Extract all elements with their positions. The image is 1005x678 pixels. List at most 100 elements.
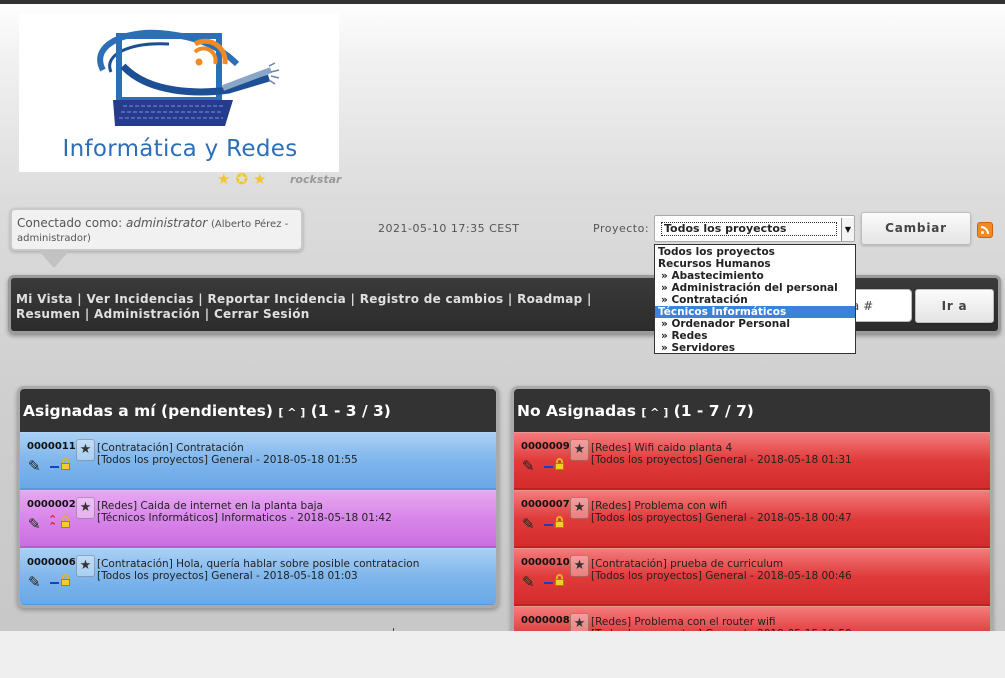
project-option[interactable]: » Administración del personal: [655, 282, 855, 294]
project-option[interactable]: » Abastecimiento: [655, 270, 855, 282]
project-option[interactable]: Todos los proyectos: [655, 246, 855, 258]
star-icon[interactable]: ★: [570, 497, 589, 519]
current-datetime: 2021-05-10 17:35 CEST: [378, 222, 520, 235]
project-select[interactable]: Todos los proyectos ▼: [654, 215, 855, 242]
lock-icon: [555, 574, 564, 586]
lock-icon: [555, 458, 564, 470]
issue-title: [Redes] Caida de internet en la planta b…: [97, 500, 323, 512]
priority-high-icon: ⌃ ⌃: [48, 513, 58, 533]
menu-item-administracion[interactable]: Administración: [94, 307, 200, 321]
lock-icon: [61, 458, 70, 470]
issue-summary[interactable]: [Redes] Caida de internet en la planta b…: [97, 500, 392, 524]
edit-pencil-icon[interactable]: ✎: [28, 573, 41, 591]
issue-summary[interactable]: [Contratación] prueba de curriculum [Tod…: [591, 558, 852, 582]
issue-title: [Redes] Problema con wifi: [591, 500, 728, 512]
issue-icons: ✎: [522, 515, 572, 533]
issue-summary[interactable]: [Redes] Problema con wifi [Todos los pro…: [591, 500, 852, 524]
rss-icon[interactable]: [977, 222, 993, 238]
project-dropdown-list: Todos los proyectos Recursos Humanos » A…: [654, 244, 856, 354]
star-icon[interactable]: ★: [570, 439, 589, 461]
star-icon[interactable]: ★: [570, 555, 589, 577]
star-icon[interactable]: ★: [76, 555, 95, 577]
issue-summary[interactable]: [Contratación] Hola, quería hablar sobre…: [97, 558, 419, 582]
issue-id[interactable]: 0000008: [521, 615, 570, 626]
issue-id[interactable]: 0000006: [27, 557, 76, 568]
menu-item-reportar-incidencia[interactable]: Reportar Incidencia: [207, 292, 346, 306]
logo-text: Informática y Redes: [62, 136, 298, 162]
issue-row: 0000010 ✎ ★ [Contratación] prueba de cur…: [514, 548, 990, 606]
login-info-box: Conectado como: administrator (Alberto P…: [10, 208, 303, 251]
priority-normal-icon: [544, 524, 553, 526]
panel-title[interactable]: Asignadas a mí (pendientes): [23, 402, 273, 420]
project-option[interactable]: Recursos Humanos: [655, 258, 855, 270]
menu-separator: |: [77, 292, 82, 306]
star-icon[interactable]: ★: [76, 439, 95, 461]
lock-icon: [61, 516, 70, 528]
menu-item-cerrar-sesion[interactable]: Cerrar Sesión: [214, 307, 310, 321]
lock-icon: [555, 516, 564, 528]
top-bar: [0, 0, 1005, 4]
menu-separator: |: [587, 292, 592, 306]
panel-range: (1 - 3 / 3): [310, 402, 391, 420]
project-option[interactable]: » Contratación: [655, 294, 855, 306]
edit-pencil-icon[interactable]: ✎: [28, 457, 41, 475]
rank-stars-icon: ★✪★: [217, 170, 272, 188]
priority-normal-icon: [544, 466, 553, 468]
menu-separator: |: [204, 307, 210, 321]
menu-item-resumen[interactable]: Resumen: [16, 307, 80, 321]
issue-id[interactable]: 0000002: [27, 499, 76, 510]
issue-meta: [Técnicos Informáticos] Informaticos - 2…: [97, 512, 392, 524]
login-prefix: Conectado como:: [17, 216, 123, 230]
issue-row: 0000007 ✎ ★ [Redes] Problema con wifi [T…: [514, 490, 990, 548]
go-to-issue-button[interactable]: Ir a: [915, 289, 994, 323]
issue-title: [Contratación] Contratación: [97, 442, 244, 454]
menu-item-roadmap[interactable]: Roadmap: [517, 292, 582, 306]
priority-normal-icon: [544, 582, 553, 584]
project-option[interactable]: » Servidores: [655, 342, 855, 354]
issue-icons: ✎ ⌃ ⌃: [28, 513, 78, 533]
edit-pencil-icon[interactable]: ✎: [522, 515, 535, 533]
menu-separator: |: [198, 292, 203, 306]
issue-summary[interactable]: [Redes] Wifi caido planta 4 [Todos los p…: [591, 442, 852, 466]
edit-pencil-icon[interactable]: ✎: [28, 515, 41, 533]
unassigned-issues-panel: No Asignadas [ ^ ] (1 - 7 / 7) 0000009 ✎…: [511, 386, 993, 646]
edit-pencil-icon[interactable]: ✎: [522, 573, 535, 591]
priority-normal-icon: [50, 582, 59, 584]
issue-icons: ✎: [28, 573, 78, 591]
issue-title: [Redes] Wifi caido planta 4: [591, 442, 733, 454]
issue-id[interactable]: 0000009: [521, 441, 570, 452]
issue-meta: [Todos los proyectos] General - 2018-05-…: [591, 570, 852, 582]
bottom-strip: [0, 631, 1005, 678]
panel-title[interactable]: No Asignadas: [517, 402, 636, 420]
main-menu-links: Mi Vista | Ver Incidencias | Reportar In…: [16, 292, 656, 322]
lock-icon: [61, 574, 70, 586]
panel-caret-link[interactable]: [ ^ ]: [278, 406, 305, 419]
change-project-button[interactable]: Cambiar: [861, 212, 971, 245]
issue-row: 0000011 ✎ ★ [Contratación] Contratación …: [20, 432, 496, 490]
issue-meta: [Todos los proyectos] General - 2018-05-…: [97, 454, 358, 466]
menu-item-registro-de-cambios[interactable]: Registro de cambios: [360, 292, 504, 306]
logo[interactable]: Informática y Redes: [19, 14, 339, 172]
issue-summary[interactable]: [Contratación] Contratación [Todos los p…: [97, 442, 358, 466]
chevron-down-icon[interactable]: ▼: [841, 218, 854, 241]
issue-row: 0000006 ✎ ★ [Contratación] Hola, quería …: [20, 548, 496, 605]
issue-meta: [Todos los proyectos] General - 2018-05-…: [97, 570, 358, 582]
panel-header: No Asignadas [ ^ ] (1 - 7 / 7): [514, 389, 990, 432]
project-option[interactable]: » Ordenador Personal: [655, 318, 855, 330]
issue-id[interactable]: 0000011: [27, 441, 76, 452]
panel-range: (1 - 7 / 7): [673, 402, 754, 420]
edit-pencil-icon[interactable]: ✎: [522, 457, 535, 475]
menu-item-mi-vista[interactable]: Mi Vista: [16, 292, 73, 306]
project-option[interactable]: » Redes: [655, 330, 855, 342]
panel-header: Asignadas a mí (pendientes) [ ^ ] (1 - 3…: [20, 389, 496, 432]
issue-meta: [Todos los proyectos] General - 2018-05-…: [591, 454, 852, 466]
menu-separator: |: [507, 292, 513, 306]
menu-item-ver-incidencias[interactable]: Ver Incidencias: [86, 292, 193, 306]
issue-icons: ✎: [522, 573, 572, 591]
star-icon[interactable]: ★: [76, 497, 95, 519]
issue-title: [Contratación] prueba de curriculum: [591, 558, 784, 570]
project-option-selected[interactable]: Técnicos Informáticos: [655, 306, 855, 318]
issue-id[interactable]: 0000010: [521, 557, 570, 568]
issue-id[interactable]: 0000007: [521, 499, 570, 510]
panel-caret-link[interactable]: [ ^ ]: [641, 406, 668, 419]
